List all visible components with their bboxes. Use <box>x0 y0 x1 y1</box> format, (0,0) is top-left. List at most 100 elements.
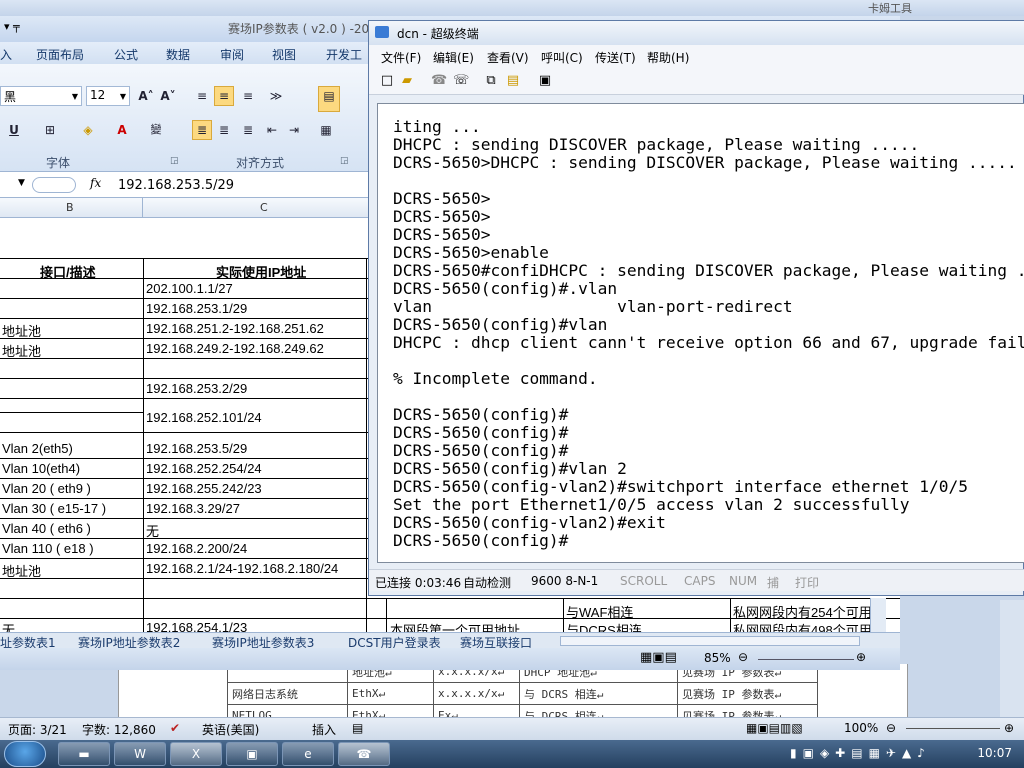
align-middle-icon[interactable]: ≡ <box>214 86 234 106</box>
border-icon[interactable]: ⊞ <box>40 120 60 140</box>
tab-insert[interactable]: 入 <box>0 46 12 63</box>
word-language[interactable]: 英语(美国) <box>202 721 259 738</box>
cmd-icon[interactable]: ▣ <box>226 742 278 766</box>
dialog-launcher-icon[interactable]: ◲ <box>340 156 349 166</box>
macro-icon[interactable]: ▤ <box>352 721 363 735</box>
table-row-cell[interactable]: Vlan 40 ( eth6 ) <box>2 521 91 536</box>
align-right-icon[interactable]: ≣ <box>238 120 258 140</box>
table-row-cell[interactable]: 192.168.253.5/29 <box>146 441 247 456</box>
align-center-icon[interactable]: ≣ <box>214 120 234 140</box>
word-title-fragment: 卡姆工具 <box>868 2 912 15</box>
grow-font-icon[interactable]: A˄ <box>136 86 156 106</box>
word-zoom-level[interactable]: 100% <box>844 721 878 735</box>
font-color-icon[interactable]: A <box>112 120 132 140</box>
function-icon[interactable]: fx <box>90 176 101 190</box>
table-row-cell[interactable]: 192.168.253.2/29 <box>146 381 247 396</box>
decrease-indent-icon[interactable]: ⇤ <box>262 120 282 140</box>
menu-help[interactable]: 帮助(H) <box>647 49 689 66</box>
table-row-cell[interactable]: 192.168.2.1/24-192.168.2.180/24 <box>146 561 338 576</box>
quick-access-icon[interactable]: ▾ ╤ <box>4 20 20 33</box>
wrap-text-icon[interactable]: ▤ <box>318 86 340 112</box>
font-size-select[interactable]: 12 ▼ <box>86 86 130 106</box>
tab-page-layout[interactable]: 页面布局 <box>36 46 84 63</box>
word-word-count[interactable]: 字数: 12,860 <box>82 721 156 738</box>
table-row-cell[interactable]: Vlan 20 ( eth9 ) <box>2 481 91 496</box>
column-header-b[interactable]: B <box>66 201 74 214</box>
zoom-out-icon[interactable]: ⊖ <box>886 721 896 735</box>
word-insert-mode[interactable]: 插入 <box>312 721 336 738</box>
horizontal-scrollbar[interactable] <box>560 636 860 646</box>
formula-input[interactable]: 192.168.253.5/29 <box>118 178 234 193</box>
name-box-dropdown-icon[interactable]: ▼ <box>18 178 25 188</box>
tab-data[interactable]: 数据 <box>166 46 190 63</box>
word-icon[interactable]: W <box>114 742 166 766</box>
properties-icon[interactable]: ▣ <box>537 73 553 89</box>
disconnect-icon[interactable]: ☏ <box>453 73 469 89</box>
menu-view[interactable]: 查看(V) <box>487 49 529 66</box>
zoom-in-icon[interactable]: ⊕ <box>856 650 866 664</box>
increase-indent-icon[interactable]: ⇥ <box>284 120 304 140</box>
excel-zoom-level[interactable]: 85% <box>704 651 731 665</box>
word-right-scrollbar[interactable] <box>1000 600 1024 720</box>
dialog-launcher-icon[interactable]: ◲ <box>170 156 179 166</box>
tab-view[interactable]: 视图 <box>272 46 296 63</box>
tray-icons[interactable]: ▮▣◈✚▤▦✈▲♪ <box>790 746 931 760</box>
zoom-slider[interactable] <box>758 659 854 660</box>
new-icon[interactable]: □ <box>379 73 395 89</box>
table-row-cell[interactable]: 192.168.251.2-192.168.251.62 <box>146 321 324 336</box>
formula-cancel-icon[interactable] <box>32 177 76 193</box>
send-icon[interactable]: ⧉ <box>483 73 499 89</box>
align-left-icon[interactable]: ≣ <box>192 120 212 140</box>
menu-call[interactable]: 呼叫(C) <box>541 49 583 66</box>
tab-formulas[interactable]: 公式 <box>114 46 138 63</box>
zoom-out-icon[interactable]: ⊖ <box>738 650 748 664</box>
start-button[interactable] <box>4 741 46 767</box>
align-top-icon[interactable]: ≡ <box>192 86 212 106</box>
zoom-in-icon[interactable]: ⊕ <box>1004 721 1014 735</box>
table-row-cell[interactable]: 192.168.2.200/24 <box>146 541 247 556</box>
table-row-cell[interactable]: Vlan 30 ( e15-17 ) <box>2 501 106 516</box>
ie-icon[interactable]: e <box>282 742 334 766</box>
clock[interactable]: 10:07 <box>977 746 1012 760</box>
underline-icon[interactable]: U <box>4 120 24 140</box>
table-row-cell[interactable]: Vlan 110 ( e18 ) <box>2 541 94 556</box>
table-row-cell[interactable]: 192.168.249.2-192.168.249.62 <box>146 341 324 356</box>
menu-transfer[interactable]: 传送(T) <box>595 49 636 66</box>
table-row-cell[interactable]: 192.168.252.254/24 <box>146 461 262 476</box>
word-document-page[interactable]: 地址池↵ x.x.x.x/x↵ DHCP 地址池↵ 见赛场 IP 参数表↵ 网络日志系… <box>118 664 908 720</box>
column-header-c[interactable]: C <box>260 201 268 214</box>
call-icon[interactable]: ☎ <box>431 73 447 89</box>
explorer-icon[interactable]: ▬ <box>58 742 110 766</box>
shrink-font-icon[interactable]: A˅ <box>158 86 178 106</box>
proofing-icon[interactable]: ✔ <box>170 721 180 735</box>
orientation-icon[interactable]: ≫ <box>266 86 286 106</box>
font-name-select[interactable]: 黑 ▼ <box>0 86 82 106</box>
table-row-cell[interactable]: 192.168.3.29/27 <box>146 501 240 516</box>
table-row-cell[interactable]: 192.168.255.242/23 <box>146 481 262 496</box>
zoom-slider[interactable] <box>906 728 1000 729</box>
table-row-cell[interactable]: 192.168.253.1/29 <box>146 301 247 316</box>
vertical-scrollbar[interactable] <box>870 598 886 632</box>
tab-developer[interactable]: 开发工 <box>326 46 362 63</box>
sheet-tabs: 址参数表1 赛场IP地址参数表2 赛场IP地址参数表3 DCST用户登录表 赛场… <box>0 632 900 650</box>
receive-icon[interactable]: ▤ <box>505 73 521 89</box>
terminal-status-bar: 已连接 0:03:46 自动检测 9600 8-N-1 SCROLL CAPS … <box>369 569 1024 591</box>
view-buttons-icon[interactable]: ▦▣▤ <box>640 650 677 665</box>
fill-color-icon[interactable]: ◈ <box>78 120 98 140</box>
excel-icon[interactable]: X <box>170 742 222 766</box>
table-row-cell[interactable]: Vlan 2(eth5) <box>2 441 73 456</box>
phonetic-icon[interactable]: 變 <box>146 120 166 140</box>
word-page-count[interactable]: 页面: 3/21 <box>8 721 67 738</box>
menu-edit[interactable]: 编辑(E) <box>433 49 474 66</box>
merge-cells-icon[interactable]: ▦ <box>316 120 336 140</box>
tab-review[interactable]: 审阅 <box>220 46 244 63</box>
open-icon[interactable]: ▰ <box>399 73 415 89</box>
menu-file[interactable]: 文件(F) <box>381 49 421 66</box>
table-row-cell[interactable]: Vlan 10(eth4) <box>2 461 80 476</box>
align-bottom-icon[interactable]: ≡ <box>238 86 258 106</box>
table-row-cell[interactable]: 202.100.1.1/27 <box>146 281 233 296</box>
table-row-cell[interactable]: 192.168.252.101/24 <box>146 410 262 425</box>
terminal-screen[interactable]: iting ... DHCPC : sending DISCOVER packag… <box>377 103 1024 563</box>
view-layout-icons[interactable]: ▦▣▤▥▧ <box>746 721 803 735</box>
hyperterminal-icon[interactable]: ☎ <box>338 742 390 766</box>
